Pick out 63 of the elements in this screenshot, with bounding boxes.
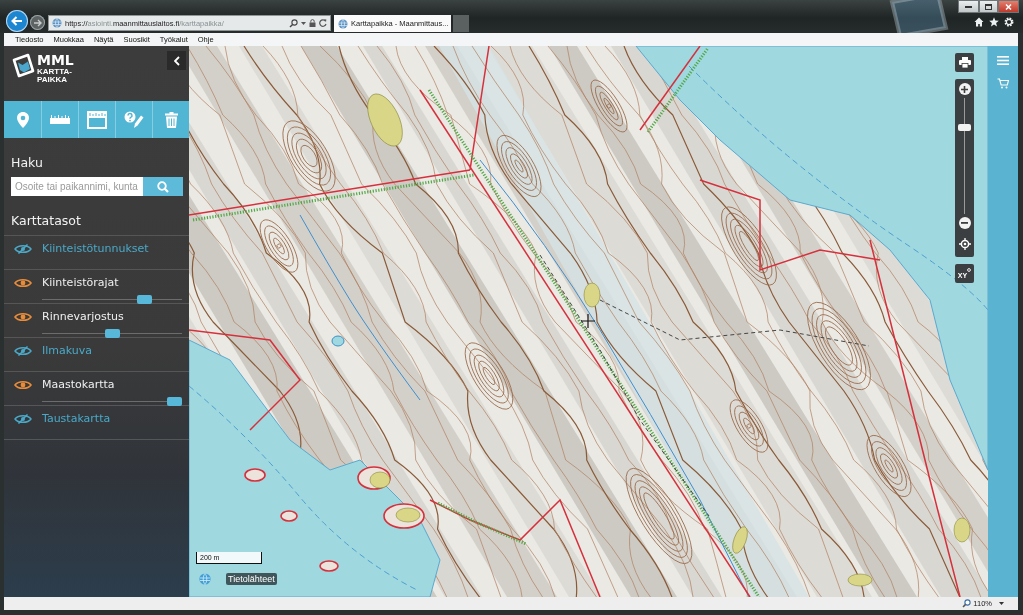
- logo-title: MML: [37, 54, 74, 67]
- globe-icon: [52, 18, 62, 28]
- ruler-icon: [50, 115, 70, 124]
- ruler-frame-icon: [87, 110, 107, 129]
- arrow-right-icon: [33, 18, 42, 27]
- logo-subtitle: KARTTA- PAIKKA: [37, 68, 73, 84]
- slider-thumb[interactable]: [104, 329, 120, 338]
- search-heading: Haku: [11, 154, 43, 171]
- close-icon: [1005, 3, 1012, 10]
- layer-name[interactable]: Maastokartta: [42, 377, 115, 393]
- layer-name[interactable]: Kiinteistötunnukset: [42, 241, 149, 257]
- trash-icon: [164, 111, 178, 128]
- maximize-button[interactable]: [979, 0, 998, 13]
- caret-icon[interactable]: [999, 602, 1004, 605]
- eye-icon[interactable]: [14, 312, 32, 322]
- zoom-slider-thumb[interactable]: [958, 124, 971, 132]
- layer-name[interactable]: Ilmakuva: [42, 343, 92, 359]
- zoom-icon: [962, 599, 972, 608]
- settings-icon[interactable]: [1004, 17, 1014, 27]
- map-logo-icon: [11, 53, 35, 79]
- globe-icon: [199, 573, 211, 585]
- ring-icon: [967, 268, 972, 272]
- arrow-left-icon: [11, 16, 23, 26]
- maximize-icon: [985, 3, 992, 10]
- zoom-in-button[interactable]: [958, 83, 971, 95]
- question-pencil-icon: [124, 110, 144, 129]
- caret-icon[interactable]: [301, 21, 306, 25]
- zoom-out-button[interactable]: [958, 217, 971, 229]
- forward-button[interactable]: [30, 15, 45, 30]
- slider-thumb[interactable]: [137, 295, 152, 304]
- minimize-button[interactable]: [958, 0, 979, 13]
- crossed-eye-icon[interactable]: [14, 346, 32, 356]
- collapse-button[interactable]: [167, 51, 186, 70]
- attribution-link[interactable]: Tietolähteet: [226, 573, 277, 585]
- star-icon[interactable]: [989, 17, 999, 27]
- print-button[interactable]: [955, 53, 974, 72]
- eye-icon[interactable]: [14, 278, 32, 288]
- crossed-eye-icon[interactable]: [14, 244, 32, 254]
- layer-name[interactable]: Rinnevarjostus: [42, 309, 124, 325]
- eye-icon[interactable]: [14, 380, 32, 390]
- plus-icon: [961, 85, 968, 93]
- slider-thumb[interactable]: [167, 397, 182, 406]
- layers-heading: Karttatasot: [11, 212, 81, 229]
- crossed-eye-icon[interactable]: [14, 414, 32, 424]
- crosshair-icon: [581, 314, 595, 328]
- search-field[interactable]: Osoite tai paikannimi, kunta: [11, 177, 143, 196]
- back-button[interactable]: [6, 10, 28, 32]
- map-pin-icon: [16, 111, 29, 128]
- refresh-icon[interactable]: [319, 19, 327, 27]
- search-icon: [157, 180, 169, 193]
- lock-icon: [309, 19, 316, 27]
- globe-icon: [338, 18, 348, 29]
- home-icon[interactable]: [974, 17, 984, 27]
- printer-icon: [958, 57, 971, 68]
- chevron-left-icon: [173, 55, 180, 66]
- minimize-icon: [965, 5, 972, 8]
- close-button[interactable]: [998, 0, 1019, 13]
- locate-button[interactable]: [958, 238, 971, 250]
- layer-name[interactable]: Kiinteistörajat: [42, 275, 119, 291]
- target-icon: [958, 238, 971, 250]
- minus-icon: [961, 222, 968, 224]
- layer-name[interactable]: Taustakartta: [42, 411, 111, 427]
- search-icon[interactable]: [289, 18, 298, 28]
